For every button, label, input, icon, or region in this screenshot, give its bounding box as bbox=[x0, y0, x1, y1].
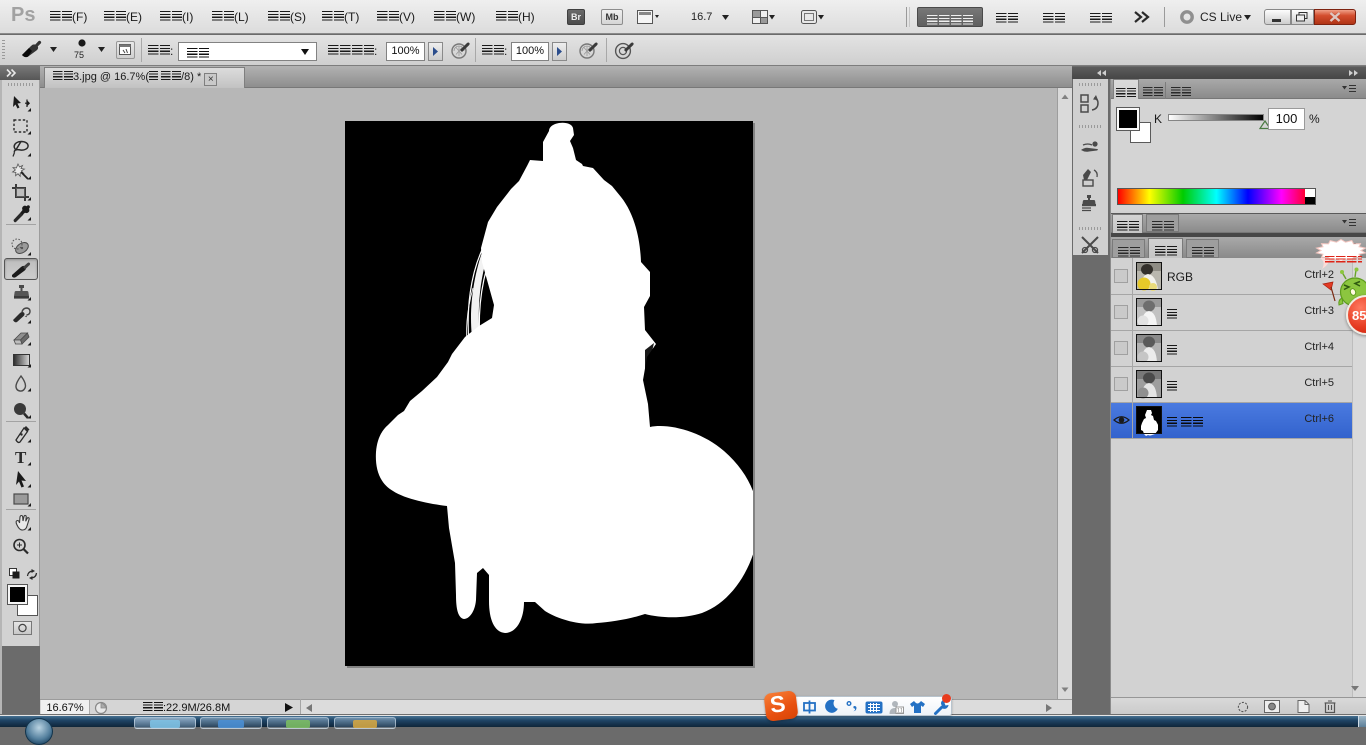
svg-text:T: T bbox=[15, 448, 27, 467]
svg-text:11: 11 bbox=[897, 709, 904, 715]
